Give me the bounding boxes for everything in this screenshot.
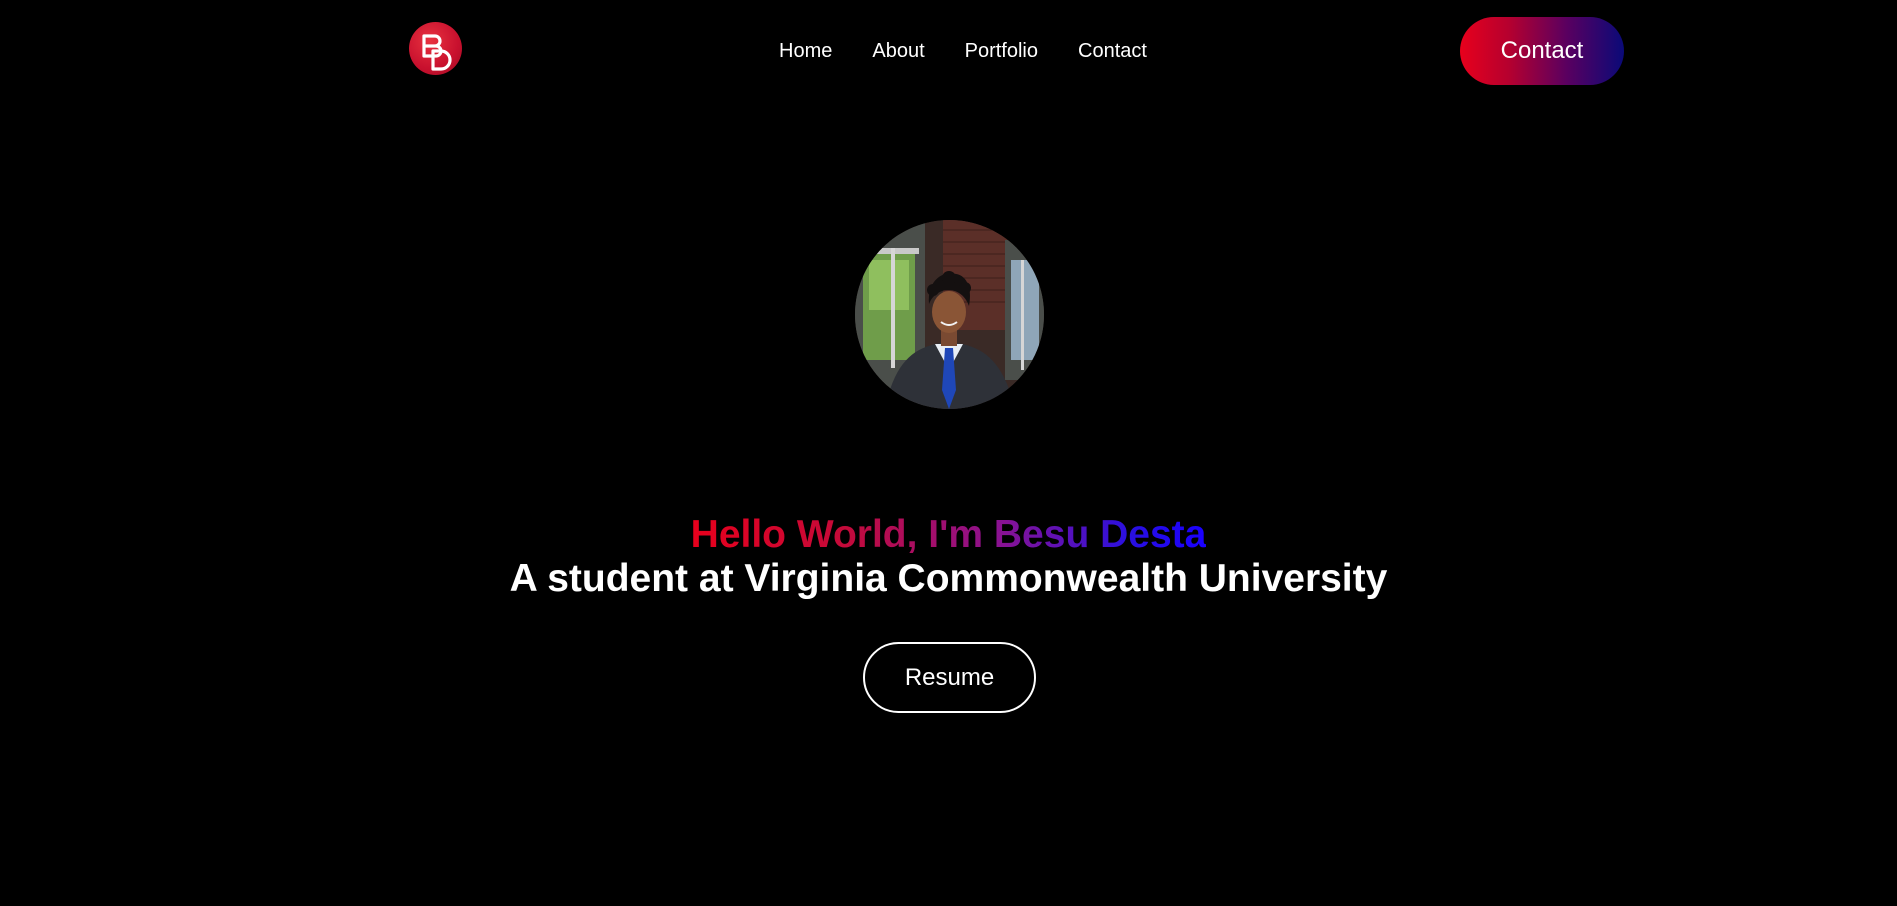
avatar <box>855 220 1044 409</box>
hero-subtitle: A student at Virginia Commonwealth Unive… <box>509 557 1388 600</box>
nav-link-home[interactable]: Home <box>779 38 832 64</box>
logo-icon[interactable] <box>409 22 462 75</box>
page: Home About Portfolio Contact Contact Hel… <box>0 0 1897 906</box>
greeting-text: Hello World, I'm Besu Desta <box>690 513 1207 556</box>
contact-button[interactable]: Contact <box>1460 17 1624 85</box>
nav-link-contact[interactable]: Contact <box>1078 38 1147 64</box>
nav-link-portfolio[interactable]: Portfolio <box>965 38 1038 64</box>
main-nav: Home About Portfolio Contact <box>779 38 1147 64</box>
resume-button[interactable]: Resume <box>863 642 1036 713</box>
bd-monogram-icon <box>422 34 452 71</box>
site-header: Home About Portfolio Contact Contact <box>0 0 1897 100</box>
profile-photo <box>855 220 1044 409</box>
nav-link-about[interactable]: About <box>872 38 924 64</box>
hero-greeting: Hello World, I'm Besu Desta <box>0 510 1897 560</box>
